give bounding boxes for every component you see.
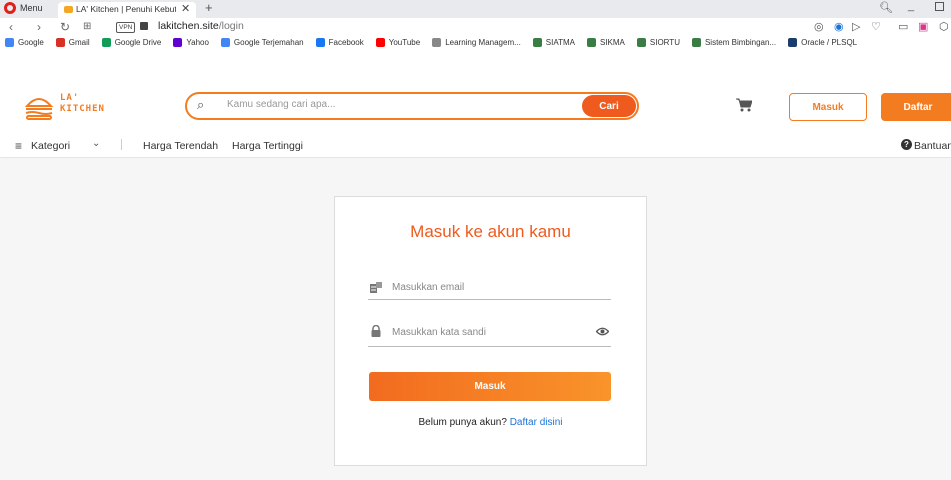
site-logo-text[interactable]: LA' KITCHEN bbox=[60, 93, 105, 115]
bookmark-label: Gmail bbox=[68, 37, 90, 47]
browser-tab[interactable]: LA' Kitchen | Penuhi Kebutuh ✕ bbox=[58, 2, 196, 18]
yahoo-icon bbox=[173, 37, 183, 47]
login-submit-button[interactable]: Masuk bbox=[369, 372, 611, 401]
bookmark-item[interactable]: Learning Managem... bbox=[432, 37, 521, 47]
bookmark-label: YouTube bbox=[388, 37, 421, 47]
bookmark-item[interactable]: Facebook bbox=[315, 37, 364, 47]
lms-icon bbox=[432, 37, 442, 47]
atma-icon bbox=[691, 37, 701, 47]
bookmark-label: Facebook bbox=[328, 37, 364, 47]
send-icon[interactable]: ▷ bbox=[852, 20, 860, 33]
header-register-button[interactable]: Daftar bbox=[881, 93, 951, 121]
tab-search-icon[interactable]: 🔍︎ bbox=[879, 1, 893, 14]
lock-icon bbox=[371, 325, 381, 337]
cart-icon[interactable] bbox=[736, 98, 752, 112]
url-host: lakitchen.site bbox=[158, 20, 219, 32]
drive-icon bbox=[101, 37, 111, 47]
divider bbox=[121, 139, 122, 150]
new-tab-button[interactable]: + bbox=[205, 0, 213, 15]
facebook-icon bbox=[315, 37, 325, 47]
bookmark-item[interactable]: Oracle / PLSQL bbox=[788, 37, 858, 47]
chevron-down-icon[interactable]: ⌄ bbox=[92, 138, 100, 149]
tab-title: LA' Kitchen | Penuhi Kebutuh bbox=[76, 4, 176, 14]
bookmark-item[interactable]: SIATMA bbox=[532, 37, 575, 47]
speed-dial-icon[interactable]: ⊞ bbox=[83, 21, 91, 32]
url-field[interactable]: lakitchen.site/login bbox=[158, 20, 244, 32]
bookmark-label: SIKMA bbox=[599, 37, 625, 47]
atma-icon bbox=[636, 37, 646, 47]
cube-icon[interactable]: ⬡ bbox=[939, 20, 949, 33]
reload-icon[interactable]: ↻ bbox=[60, 20, 70, 34]
search-button[interactable]: Cari bbox=[582, 95, 636, 117]
translate-icon bbox=[220, 37, 230, 47]
hamburger-menu-icon[interactable]: ≡ bbox=[15, 139, 22, 153]
category-dropdown[interactable]: Kategori bbox=[31, 140, 70, 152]
bookmark-item[interactable]: SIKMA bbox=[586, 37, 625, 47]
bookmark-item[interactable]: Gmail bbox=[55, 37, 90, 47]
register-link[interactable]: Daftar disini bbox=[510, 417, 563, 428]
extension-icon[interactable]: ▣ bbox=[918, 20, 928, 33]
bookmark-label: Learning Managem... bbox=[445, 37, 521, 47]
no-account-text: Belum punya akun? bbox=[418, 417, 507, 428]
email-field[interactable] bbox=[392, 282, 602, 293]
oracle-icon bbox=[788, 37, 798, 47]
bookmark-label: SIATMA bbox=[545, 37, 575, 47]
bookmark-label: Sistem Bimbingan... bbox=[704, 37, 777, 47]
search-input[interactable] bbox=[227, 99, 567, 110]
forward-icon[interactable]: › bbox=[37, 20, 41, 34]
google-icon bbox=[5, 37, 14, 47]
atma-icon bbox=[532, 37, 542, 47]
email-icon bbox=[370, 282, 382, 293]
site-favicon-icon bbox=[64, 6, 73, 13]
eye-icon[interactable] bbox=[596, 327, 609, 336]
url-path: /login bbox=[218, 20, 244, 32]
logo-line-2: KITCHEN bbox=[60, 104, 105, 114]
bookmark-item[interactable]: Sistem Bimbingan... bbox=[691, 37, 777, 47]
header-login-button[interactable]: Masuk bbox=[789, 93, 867, 121]
tab-close-icon[interactable]: ✕ bbox=[181, 2, 190, 15]
bookmark-label: SIORTU bbox=[649, 37, 680, 47]
logo-line-1: LA' bbox=[60, 93, 80, 103]
bookmark-item[interactable]: YouTube bbox=[375, 37, 421, 47]
login-title: Masuk ke akun kamu bbox=[410, 222, 571, 241]
bookmark-item[interactable]: Google Terjemahan bbox=[220, 37, 304, 47]
email-underline bbox=[368, 299, 611, 300]
register-prompt: Belum punya akun? Daftar disini bbox=[334, 417, 647, 428]
window-minimize-icon[interactable]: _ bbox=[908, 0, 914, 12]
bookmark-item[interactable]: Google Drive bbox=[101, 37, 162, 47]
player-icon[interactable]: ▭ bbox=[898, 20, 908, 33]
help-link[interactable]: Bantuan bbox=[914, 140, 951, 152]
password-field[interactable] bbox=[392, 327, 582, 338]
atma-icon bbox=[586, 37, 596, 47]
bookmark-item[interactable]: SIORTU bbox=[636, 37, 680, 47]
snapshot-icon[interactable]: ◎ bbox=[814, 20, 824, 33]
sort-lowest-price-link[interactable]: Harga Terendah bbox=[143, 140, 218, 152]
bookmark-item[interactable]: Google bbox=[5, 37, 44, 47]
burger-logo-icon[interactable] bbox=[24, 92, 54, 122]
help-icon[interactable]: ? bbox=[901, 139, 912, 150]
sort-highest-price-link[interactable]: Harga Tertinggi bbox=[232, 140, 303, 152]
gmail-icon bbox=[55, 37, 65, 47]
youtube-icon bbox=[375, 37, 385, 47]
bookmark-label: Oracle / PLSQL bbox=[801, 37, 858, 47]
bookmark-label: Google bbox=[18, 37, 44, 47]
bookmark-item[interactable]: Yahoo bbox=[173, 37, 209, 47]
heart-icon[interactable]: ♡ bbox=[871, 20, 881, 33]
bookmark-label: Google Terjemahan bbox=[233, 37, 304, 47]
secure-lock-icon[interactable] bbox=[140, 22, 148, 30]
bookmark-label: Google Drive bbox=[114, 37, 162, 47]
opera-logo-icon[interactable] bbox=[4, 2, 16, 14]
window-restore-icon[interactable] bbox=[935, 2, 944, 11]
vpn-badge[interactable]: VPN bbox=[116, 22, 136, 33]
search-icon: ⌕ bbox=[197, 97, 205, 112]
password-underline bbox=[368, 346, 611, 347]
bookmarks-bar: Google Gmail Google Drive Yahoo Google Terje… bbox=[5, 34, 951, 50]
browser-menu-label[interactable]: Menu bbox=[20, 3, 43, 13]
back-icon[interactable]: ‹ bbox=[9, 20, 13, 34]
browser-tab-bar: Menu LA' Kitchen | Penuhi Kebutuh ✕ + 🔍︎… bbox=[0, 0, 951, 18]
bookmark-label: Yahoo bbox=[186, 37, 209, 47]
shield-icon[interactable]: ◉ bbox=[834, 20, 844, 33]
